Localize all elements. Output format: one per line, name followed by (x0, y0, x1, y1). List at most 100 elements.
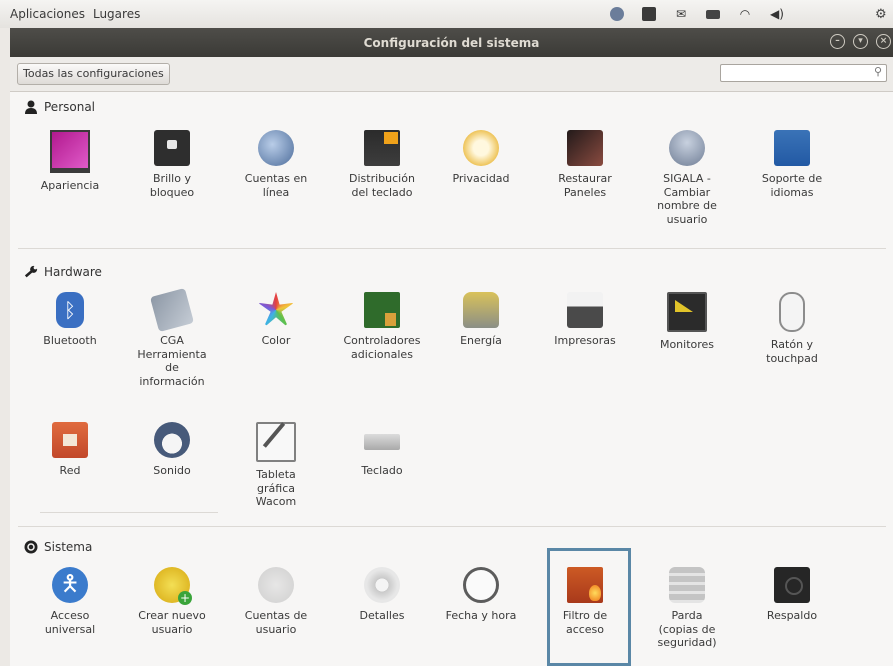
wifi-icon[interactable]: ◠ (735, 4, 755, 24)
item-bluetooth[interactable]: ᛒ Bluetooth (19, 292, 121, 348)
item-label: Filtro de acceso (562, 609, 608, 636)
teclado-icon (364, 434, 400, 450)
top-menu: Aplicaciones Lugares (0, 7, 140, 21)
section-hardware-title: Hardware (44, 265, 102, 279)
maximize-icon[interactable]: ▾ (853, 34, 868, 49)
item-soporte-idiomas[interactable]: Soporte de idiomas (741, 130, 843, 199)
cga-icon (149, 287, 195, 333)
checkbox-indicator-icon[interactable] (639, 4, 659, 24)
item-cuentas-en-linea[interactable]: Cuentas en línea (225, 130, 327, 199)
item-label: Parda (copias de seguridad) (657, 609, 717, 649)
item-tableta-wacom[interactable]: Tableta gráfica Wacom (225, 422, 327, 509)
window-title: Configuración del sistema (363, 35, 540, 50)
item-label: Acceso universal (44, 609, 96, 636)
item-label: Soporte de idiomas (761, 172, 823, 199)
item-label: Apariencia (40, 179, 100, 192)
close-icon[interactable]: × (876, 34, 891, 49)
fecha-hora-icon (463, 567, 499, 603)
clock-area[interactable] (799, 6, 869, 22)
menu-lugares[interactable]: Lugares (93, 7, 140, 21)
item-label: Crear nuevo usuario (138, 609, 206, 636)
search-input[interactable]: ⚲ (720, 64, 887, 82)
separator (18, 526, 886, 527)
item-controladores[interactable]: Controladores adicionales (331, 292, 433, 361)
tableta-icon (256, 422, 296, 462)
item-cga[interactable]: CGA Herramienta de información (121, 287, 223, 388)
item-label: Color (261, 334, 291, 347)
item-restaurar-paneles[interactable]: Restaurar Paneles (534, 130, 636, 199)
mail-icon[interactable]: ✉ (671, 4, 691, 24)
item-label: Ratón y touchpad (766, 338, 818, 365)
raton-icon (779, 292, 805, 332)
item-label: Impresoras (554, 334, 616, 347)
item-label: Detalles (359, 609, 405, 622)
soporte-idiomas-icon (774, 130, 810, 166)
item-raton-touchpad[interactable]: Ratón y touchpad (741, 292, 843, 365)
window-titlebar[interactable]: Configuración del sistema – ▾ × (10, 28, 893, 57)
energia-icon (463, 292, 499, 328)
item-sigala[interactable]: SIGALA - Cambiar nombre de usuario (636, 130, 738, 226)
item-parda[interactable]: Parda (copias de seguridad) (636, 567, 738, 650)
volume-icon[interactable]: ◀) (767, 4, 787, 24)
window-controls: – ▾ × (830, 34, 891, 49)
item-energia[interactable]: Energía (430, 292, 532, 348)
item-label: Energía (460, 334, 502, 347)
item-apariencia[interactable]: Apariencia (19, 130, 121, 193)
item-respaldo[interactable]: Respaldo (741, 567, 843, 623)
separator (40, 512, 218, 513)
all-settings-button[interactable]: Todas las configuraciones (17, 63, 170, 85)
indicator-area: ✉ ◠ ◀) ⚙ (601, 0, 893, 28)
color-icon (258, 292, 294, 328)
parda-icon (669, 567, 705, 603)
item-label: Red (59, 464, 81, 477)
item-label: Cuentas en línea (244, 172, 308, 199)
item-cuentas-usuario[interactable]: Cuentas de usuario (225, 567, 327, 636)
separator (18, 248, 886, 249)
item-label: Bluetooth (43, 334, 97, 347)
item-sonido[interactable]: Sonido (121, 422, 223, 478)
search-icon: ⚲ (873, 65, 882, 78)
detalles-icon (364, 567, 400, 603)
distribucion-teclado-icon (364, 130, 400, 166)
sigala-icon (669, 130, 705, 166)
item-label: SIGALA - Cambiar nombre de usuario (657, 172, 717, 226)
person-icon (24, 100, 38, 114)
item-label: Fecha y hora (445, 609, 517, 622)
item-red[interactable]: Red (19, 422, 121, 478)
item-filtro-acceso[interactable]: Filtro de acceso (534, 567, 636, 636)
item-distribucion-teclado[interactable]: Distribución del teclado (331, 130, 433, 199)
item-label: Monitores (659, 338, 715, 351)
item-monitores[interactable]: Monitores (636, 292, 738, 352)
item-impresoras[interactable]: Impresoras (534, 292, 636, 348)
item-color[interactable]: Color (225, 292, 327, 348)
item-fecha-hora[interactable]: Fecha y hora (430, 567, 532, 623)
item-label: Privacidad (452, 172, 510, 185)
item-brillo-bloqueo[interactable]: Brillo y bloqueo (121, 130, 223, 199)
item-detalles[interactable]: Detalles (331, 567, 433, 623)
section-sistema-title: Sistema (44, 540, 93, 554)
cuentas-usuario-icon (258, 567, 294, 603)
session-gear-icon[interactable]: ⚙ (875, 7, 889, 22)
section-hardware-header: Hardware (24, 265, 102, 279)
battery-icon[interactable] (703, 4, 723, 24)
item-label: Respaldo (766, 609, 818, 622)
section-personal-title: Personal (44, 100, 96, 114)
settings-content: Personal Apariencia Brillo y bloqueo Cue… (10, 92, 893, 666)
item-label: Distribución del teclado (349, 172, 415, 199)
brillo-icon (154, 130, 190, 166)
item-teclado[interactable]: Teclado (331, 422, 433, 478)
item-label: Sonido (153, 464, 191, 477)
item-label: Brillo y bloqueo (149, 172, 195, 199)
menu-aplicaciones[interactable]: Aplicaciones (10, 7, 85, 21)
minimize-icon[interactable]: – (830, 34, 845, 49)
network-activity-icon[interactable] (607, 4, 627, 24)
privacidad-icon (463, 130, 499, 166)
controladores-icon (364, 292, 400, 328)
item-label: CGA Herramienta de información (137, 334, 207, 388)
item-label: Controladores adicionales (343, 334, 421, 361)
item-crear-usuario[interactable]: Crear nuevo usuario (121, 567, 223, 636)
item-privacidad[interactable]: Privacidad (430, 130, 532, 186)
impresoras-icon (567, 292, 603, 328)
wrench-icon (24, 265, 38, 279)
item-acceso-universal[interactable]: 🯅 Acceso universal (19, 567, 121, 636)
